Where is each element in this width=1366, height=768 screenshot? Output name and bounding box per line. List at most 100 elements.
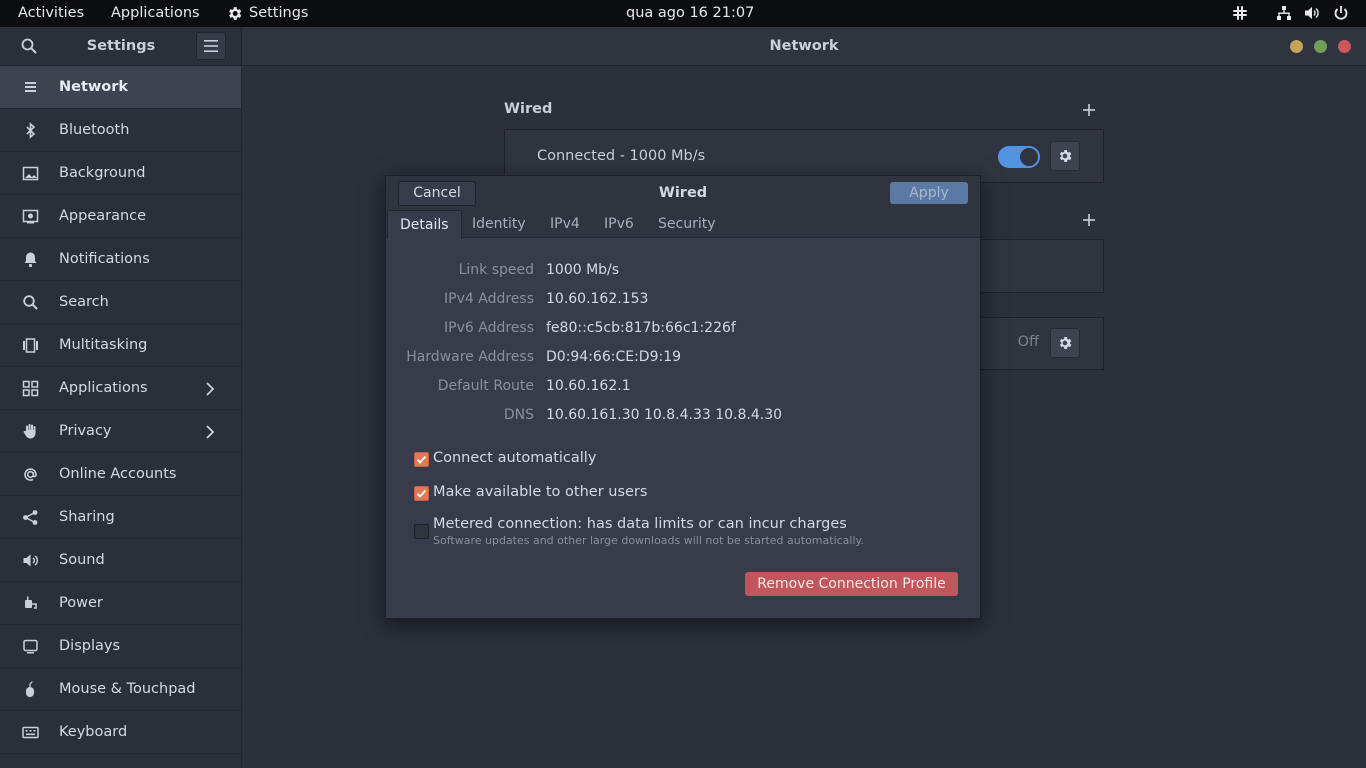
sidebar-item-search[interactable]: Search [0,281,241,324]
detail-row: IPv6 Address fe80::c5cb:817b:66c1:226f [386,320,980,340]
sidebar-item-privacy[interactable]: Privacy [0,410,241,453]
sidebar-item-online-accounts[interactable]: Online Accounts [0,453,241,496]
app-menu[interactable]: Settings [226,0,308,27]
maximize-button[interactable] [1314,40,1327,53]
tab-ipv6[interactable]: IPv6 [592,210,646,238]
detail-value: fe80::c5cb:817b:66c1:226f [546,320,736,336]
sidebar-item-sharing[interactable]: Sharing [0,496,241,539]
network-icon[interactable] [1276,5,1292,21]
hamburger-icon [204,40,218,52]
connect-automatically-label[interactable]: Connect automatically [433,450,596,466]
detail-label: IPv6 Address [444,320,534,336]
sidebar-item-applications[interactable]: Applications [0,367,241,410]
chevron-right-icon [206,382,215,396]
detail-label: Link speed [458,262,534,278]
minimize-button[interactable] [1290,40,1303,53]
proxy-settings-button[interactable] [1050,328,1080,358]
add-icon[interactable] [1082,213,1096,227]
sidebar: Network Bluetooth Background Appearance Noti… [0,66,242,768]
wired-toggle[interactable] [998,146,1040,168]
sidebar-item-label: Keyboard [59,724,128,740]
sidebar-item-multitasking[interactable]: Multitasking [0,324,241,367]
sidebar-item-label: Privacy [59,423,112,439]
menu-button[interactable] [196,32,226,60]
metered-checkbox[interactable] [414,524,429,539]
sidebar-header: Settings [0,27,242,65]
sidebar-item-label: Multitasking [59,337,148,353]
at-icon [24,468,37,481]
sidebar-item-bluetooth[interactable]: Bluetooth [0,109,241,152]
activities-button[interactable]: Activities [18,0,84,27]
tab-security[interactable]: Security [646,210,728,238]
sidebar-item-sound[interactable]: Sound [0,539,241,582]
gear-icon [1059,150,1072,162]
search-button[interactable] [14,32,44,60]
detail-row: Hardware Address D0:94:66:CE:D9:19 [386,349,980,369]
wired-section-title: Wired [504,101,553,117]
bell-icon [24,252,37,268]
sidebar-item-label: Sharing [59,509,115,525]
sidebar-item-label: Background [59,165,146,181]
sidebar-item-label: Search [59,294,109,310]
metered-label[interactable]: Metered connection: has data limits or c… [433,516,847,532]
detail-row: DNS 10.60.161.30 10.8.4.33 10.8.4.30 [386,407,980,427]
sidebar-item-keyboard[interactable]: Keyboard [0,711,241,754]
slack-icon[interactable] [1232,5,1248,21]
detail-row: IPv4 Address 10.60.162.153 [386,291,980,311]
sidebar-item-notifications[interactable]: Notifications [0,238,241,281]
sidebar-item-label: Displays [59,638,121,654]
tab-ipv4[interactable]: IPv4 [538,210,592,238]
sidebar-item-network[interactable]: Network [0,66,241,109]
power-plug-icon [25,596,37,609]
gear-icon [229,7,242,20]
wired-dialog: Wired Cancel Apply Details Identity IPv4… [385,175,981,619]
search-icon [23,295,38,310]
checkmark-icon [416,489,427,498]
mouse-icon [26,681,34,697]
add-icon[interactable] [1082,103,1096,117]
detail-label: Hardware Address [406,349,534,365]
sidebar-item-power[interactable]: Power [0,582,241,625]
bluetooth-icon [26,122,36,139]
sidebar-item-label: Applications [59,380,148,396]
connect-automatically-checkbox[interactable] [414,452,429,467]
make-available-checkbox[interactable] [414,486,429,501]
detail-row: Default Route 10.60.162.1 [386,378,980,398]
search-icon [21,38,37,54]
detail-value: 10.60.161.30 10.8.4.33 10.8.4.30 [546,407,783,423]
sidebar-item-label: Mouse & Touchpad [59,681,196,697]
detail-label: DNS [503,407,534,423]
make-available-label[interactable]: Make available to other users [433,484,647,500]
speaker-icon [23,554,39,567]
tab-details[interactable]: Details [387,210,462,239]
network-icon [25,82,36,92]
volume-icon[interactable] [1304,5,1320,21]
sidebar-item-label: Power [59,595,103,611]
multitasking-icon [23,338,38,353]
sidebar-item-mouse-touchpad[interactable]: Mouse & Touchpad [0,668,241,711]
gear-icon [1059,337,1072,349]
detail-value: 10.60.162.1 [546,378,631,394]
apply-button[interactable]: Apply [890,182,968,204]
top-bar: Activities Applications Settings qua ago… [0,0,1366,27]
checkmark-icon [416,455,427,464]
header-bar: Settings Network [0,27,1366,66]
power-icon[interactable] [1333,5,1349,21]
sidebar-item-displays[interactable]: Displays [0,625,241,668]
cancel-button[interactable]: Cancel [398,181,476,206]
detail-row: Link speed 1000 Mb/s [386,262,980,282]
tab-identity[interactable]: Identity [460,210,538,238]
close-button[interactable] [1338,40,1351,53]
applications-menu[interactable]: Applications [111,0,200,27]
remove-connection-profile-button[interactable]: Remove Connection Profile [745,572,958,596]
dialog-tabs: Details Identity IPv4 IPv6 Security [386,210,980,239]
sidebar-item-label: Sound [59,552,105,568]
sidebar-item-label: Appearance [59,208,147,224]
clock[interactable]: qua ago 16 21:07 [626,0,754,27]
detail-value: D0:94:66:CE:D9:19 [546,349,682,365]
chevron-right-icon [206,425,215,439]
sidebar-item-label: Online Accounts [59,466,177,482]
sidebar-item-appearance[interactable]: Appearance [0,195,241,238]
sidebar-item-background[interactable]: Background [0,152,241,195]
wired-settings-button[interactable] [1050,141,1080,171]
